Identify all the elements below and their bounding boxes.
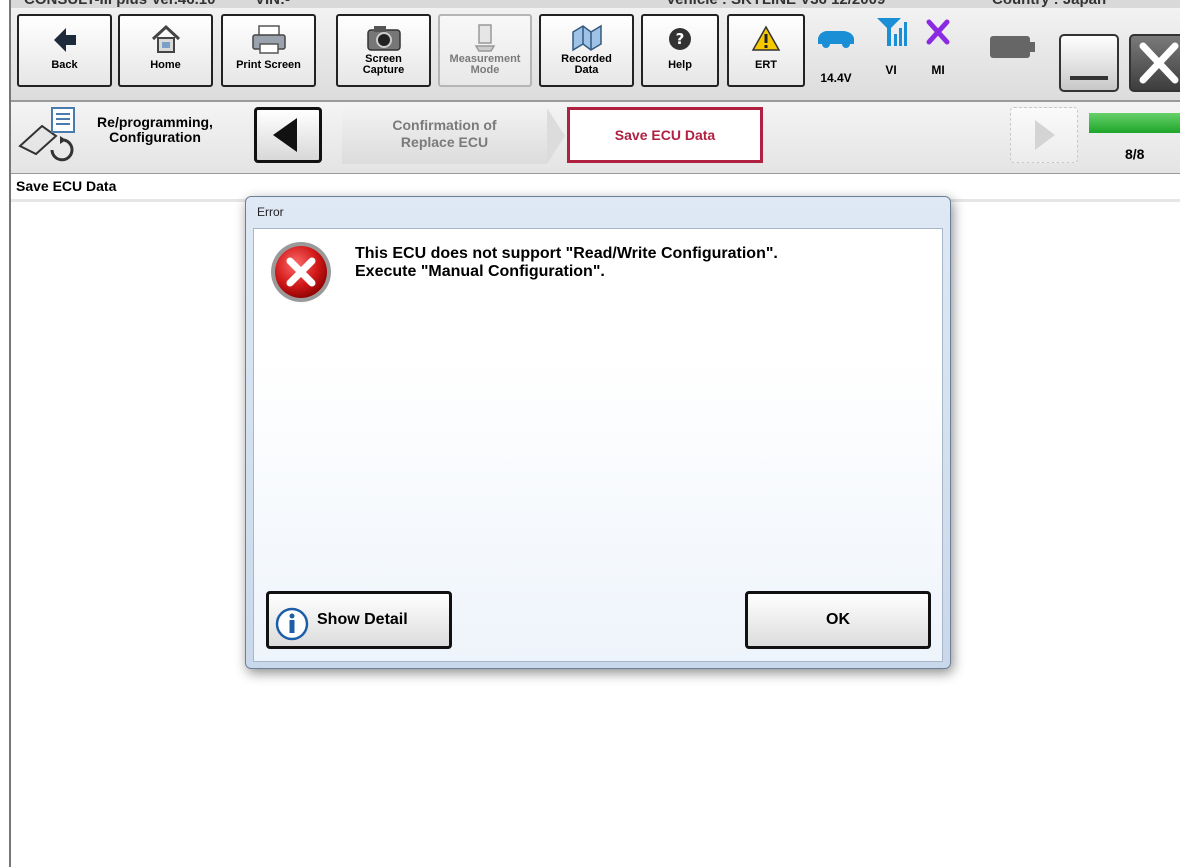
step-progress-text: 8/8: [1125, 146, 1145, 162]
app-title: CONSULT-III plus Ver.46.10: [24, 0, 215, 8]
dialog-body: This ECU does not support "Read/Write Co…: [253, 228, 943, 662]
camera-icon: [338, 22, 429, 54]
screen-capture-label-2: Capture: [362, 64, 405, 76]
show-detail-label: Show Detail: [317, 611, 408, 628]
info-icon: [275, 607, 309, 641]
ert-button[interactable]: ERT: [727, 14, 805, 87]
error-message-line2: Execute "Manual Configuration".: [355, 263, 605, 280]
error-icon: [268, 239, 334, 310]
print-screen-button[interactable]: Print Screen: [221, 14, 316, 87]
battery-status: [985, 34, 1041, 63]
back-label: Back: [51, 59, 78, 71]
measurement-icon: [440, 22, 530, 54]
vi-status: VI: [871, 14, 911, 77]
close-icon: [1139, 42, 1179, 84]
vin-label: VIN:-: [255, 0, 290, 8]
close-button[interactable]: [1129, 34, 1180, 92]
recorded-data-label-2: Data: [574, 64, 599, 76]
step-save-ecu-data: Save ECU Data: [567, 107, 763, 163]
toolbar: Back Home Print Screen Screen Capture Me…: [11, 8, 1180, 102]
dialog-title: Error: [257, 205, 284, 219]
triangle-left-icon: [273, 118, 297, 152]
country-label: Country : Japan: [992, 0, 1106, 8]
function-title: Re/programming, Configuration: [90, 115, 220, 145]
print-screen-label: Print Screen: [236, 59, 301, 71]
mi-label: MI: [931, 63, 945, 77]
recorded-data-button[interactable]: Recorded Data: [539, 14, 634, 87]
home-button[interactable]: Home: [118, 14, 213, 87]
current-step-label: Save ECU Data: [614, 127, 716, 143]
home-icon: [120, 22, 211, 60]
help-icon: ?: [643, 22, 717, 60]
step-chevron-icon: [547, 108, 565, 164]
vi-label: VI: [885, 63, 897, 77]
help-button[interactable]: ? Help: [641, 14, 719, 87]
step-prev-line2: Replace ECU: [400, 134, 489, 150]
step-progress-bar: [1089, 113, 1180, 133]
measurement-mode-button[interactable]: Measurement Mode: [438, 14, 532, 87]
function-title-line1: Re/programming,: [97, 114, 213, 130]
back-arrow-icon: [19, 22, 110, 60]
error-message-line1: This ECU does not support "Read/Write Co…: [355, 245, 778, 262]
mi-status: MI: [918, 16, 958, 77]
function-title-line2: Configuration: [109, 129, 201, 145]
error-dialog: Error This ECU does not support "Read/Wr…: [245, 196, 951, 669]
vehicle-label: Vehicle : SKYLINE V36 12/2009: [666, 0, 885, 8]
title-bar: CONSULT-III plus Ver.46.10 VIN:- Vehicle…: [10, 0, 1180, 8]
triangle-right-icon: [1035, 120, 1055, 150]
show-detail-button[interactable]: Show Detail: [266, 591, 452, 649]
battery-icon: [990, 36, 1035, 58]
ok-label: OK: [826, 611, 850, 628]
ok-button[interactable]: OK: [745, 591, 931, 649]
minimize-button[interactable]: [1059, 34, 1119, 92]
ert-label: ERT: [755, 59, 777, 71]
section-title: Save ECU Data: [16, 178, 117, 194]
help-label: Help: [668, 59, 692, 71]
minimize-icon: [1070, 76, 1108, 80]
signal-icon: [877, 18, 907, 46]
battery-voltage-status: 14.4V: [811, 22, 861, 85]
step-confirmation-of-replace-ecu: Confirmation of Replace ECU: [342, 108, 565, 164]
voltage-label: 14.4V: [820, 71, 852, 85]
car-icon: [818, 31, 854, 48]
x-mark-icon: [926, 19, 950, 45]
reprogramming-icon: [16, 106, 84, 169]
warning-icon: [729, 22, 803, 60]
printer-icon: [223, 22, 314, 60]
error-message: This ECU does not support "Read/Write Co…: [355, 245, 778, 281]
recorded-data-icon: [541, 22, 632, 54]
svg-text:?: ?: [676, 30, 685, 48]
home-label: Home: [150, 59, 181, 71]
previous-step-button[interactable]: [254, 107, 322, 163]
next-step-button[interactable]: [1010, 107, 1078, 163]
back-button[interactable]: Back: [17, 14, 112, 87]
step-prev-line1: Confirmation of: [392, 117, 497, 133]
screen-capture-button[interactable]: Screen Capture: [336, 14, 431, 87]
measurement-label-2: Mode: [470, 64, 500, 76]
